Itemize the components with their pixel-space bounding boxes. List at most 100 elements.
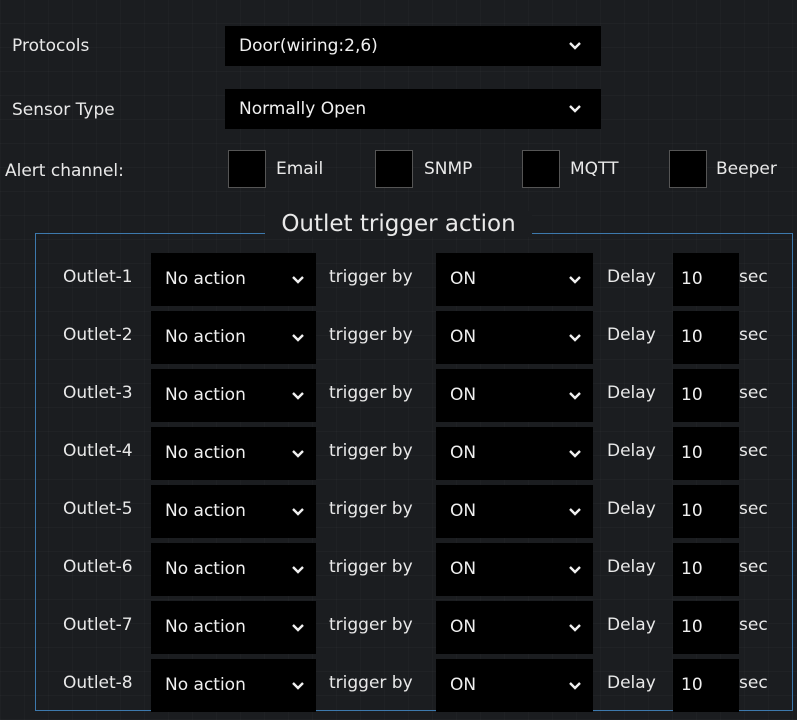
outlet-action-value: No action — [165, 501, 246, 521]
mqtt-label: MQTT — [570, 159, 619, 179]
outlet-trigger-value: ON — [450, 385, 477, 405]
delay-label: Delay — [607, 615, 656, 635]
delay-label: Delay — [607, 557, 656, 577]
chevron-down-icon — [569, 508, 581, 516]
sensor-type-value: Normally Open — [239, 99, 367, 119]
trigger-by-label: trigger by — [329, 499, 413, 519]
outlet-action-select[interactable]: No action — [151, 601, 316, 654]
delay-unit-label: sec — [739, 383, 768, 403]
outlet-name: Outlet-3 — [63, 383, 133, 403]
sensor-type-label: Sensor Type — [12, 100, 115, 120]
trigger-by-label: trigger by — [329, 441, 413, 461]
outlet-row: Outlet-1 No action trigger by ON Delay 10 sec — [0, 253, 797, 306]
outlet-action-value: No action — [165, 269, 246, 289]
outlet-name: Outlet-7 — [63, 615, 133, 635]
chevron-down-icon — [569, 276, 581, 284]
outlet-action-value: No action — [165, 327, 246, 347]
outlet-trigger-value: ON — [450, 327, 477, 347]
outlet-row: Outlet-7 No action trigger by ON Delay 10 sec — [0, 601, 797, 654]
outlet-row: Outlet-8 No action trigger by ON Delay 10 sec — [0, 659, 797, 712]
chevron-down-icon — [292, 276, 304, 284]
outlet-row: Outlet-5 No action trigger by ON Delay 10 sec — [0, 485, 797, 538]
chevron-down-icon — [569, 334, 581, 342]
outlet-row: Outlet-6 No action trigger by ON Delay 10 sec — [0, 543, 797, 596]
beeper-label: Beeper — [716, 159, 777, 179]
outlet-action-value: No action — [165, 385, 246, 405]
outlet-trigger-select[interactable]: ON — [436, 601, 593, 654]
outlet-action-select[interactable]: No action — [151, 485, 316, 538]
email-label: Email — [276, 159, 324, 179]
delay-input[interactable]: 10 — [673, 659, 739, 712]
outlet-action-select[interactable]: No action — [151, 659, 316, 712]
outlet-action-value: No action — [165, 443, 246, 463]
outlet-trigger-select[interactable]: ON — [436, 369, 593, 422]
delay-unit-label: sec — [739, 615, 768, 635]
delay-input[interactable]: 10 — [673, 543, 739, 596]
delay-label: Delay — [607, 267, 656, 287]
beeper-checkbox[interactable] — [669, 150, 707, 188]
outlet-name: Outlet-4 — [63, 441, 133, 461]
outlet-action-select[interactable]: No action — [151, 369, 316, 422]
delay-unit-label: sec — [739, 557, 768, 577]
outlet-action-value: No action — [165, 559, 246, 579]
protocols-value: Door(wiring:2,6) — [239, 36, 378, 56]
trigger-by-label: trigger by — [329, 267, 413, 287]
outlet-trigger-value: ON — [450, 269, 477, 289]
delay-input[interactable]: 10 — [673, 311, 739, 364]
trigger-by-label: trigger by — [329, 615, 413, 635]
chevron-down-icon — [569, 566, 581, 574]
outlet-row: Outlet-3 No action trigger by ON Delay 10 sec — [0, 369, 797, 422]
chevron-down-icon — [292, 450, 304, 458]
outlet-name: Outlet-8 — [63, 673, 133, 693]
chevron-down-icon — [569, 42, 581, 50]
outlet-row: Outlet-2 No action trigger by ON Delay 10 sec — [0, 311, 797, 364]
alert-channel-label: Alert channel: — [5, 161, 124, 181]
delay-input[interactable]: 10 — [673, 427, 739, 480]
chevron-down-icon — [292, 624, 304, 632]
outlet-trigger-select[interactable]: ON — [436, 485, 593, 538]
outlet-trigger-value: ON — [450, 559, 477, 579]
trigger-by-label: trigger by — [329, 383, 413, 403]
chevron-down-icon — [569, 105, 581, 113]
delay-label: Delay — [607, 383, 656, 403]
outlet-trigger-select[interactable]: ON — [436, 659, 593, 712]
chevron-down-icon — [292, 508, 304, 516]
outlet-trigger-value: ON — [450, 501, 477, 521]
snmp-checkbox[interactable] — [375, 150, 413, 188]
outlet-trigger-value: ON — [450, 617, 477, 637]
delay-input[interactable]: 10 — [673, 601, 739, 654]
chevron-down-icon — [292, 682, 304, 690]
outlet-action-select[interactable]: No action — [151, 543, 316, 596]
outlet-action-select[interactable]: No action — [151, 311, 316, 364]
chevron-down-icon — [569, 450, 581, 458]
delay-label: Delay — [607, 673, 656, 693]
delay-unit-label: sec — [739, 673, 768, 693]
delay-label: Delay — [607, 325, 656, 345]
delay-input[interactable]: 10 — [673, 485, 739, 538]
outlet-trigger-select[interactable]: ON — [436, 311, 593, 364]
chevron-down-icon — [569, 624, 581, 632]
mqtt-checkbox[interactable] — [522, 150, 560, 188]
delay-unit-label: sec — [739, 325, 768, 345]
delay-unit-label: sec — [739, 499, 768, 519]
outlet-action-value: No action — [165, 675, 246, 695]
outlet-section-title: Outlet trigger action — [0, 207, 797, 241]
outlet-name: Outlet-6 — [63, 557, 133, 577]
delay-input[interactable]: 10 — [673, 369, 739, 422]
outlet-trigger-select[interactable]: ON — [436, 253, 593, 306]
outlet-action-select[interactable]: No action — [151, 427, 316, 480]
delay-unit-label: sec — [739, 267, 768, 287]
outlet-action-value: No action — [165, 617, 246, 637]
protocols-select[interactable]: Door(wiring:2,6) — [225, 26, 601, 66]
outlet-row: Outlet-4 No action trigger by ON Delay 10 sec — [0, 427, 797, 480]
delay-input[interactable]: 10 — [673, 253, 739, 306]
chevron-down-icon — [569, 392, 581, 400]
outlet-trigger-select[interactable]: ON — [436, 427, 593, 480]
delay-unit-label: sec — [739, 441, 768, 461]
email-checkbox[interactable] — [228, 150, 266, 188]
trigger-by-label: trigger by — [329, 557, 413, 577]
outlet-action-select[interactable]: No action — [151, 253, 316, 306]
sensor-type-select[interactable]: Normally Open — [225, 89, 601, 129]
protocols-label: Protocols — [12, 36, 90, 56]
outlet-trigger-select[interactable]: ON — [436, 543, 593, 596]
